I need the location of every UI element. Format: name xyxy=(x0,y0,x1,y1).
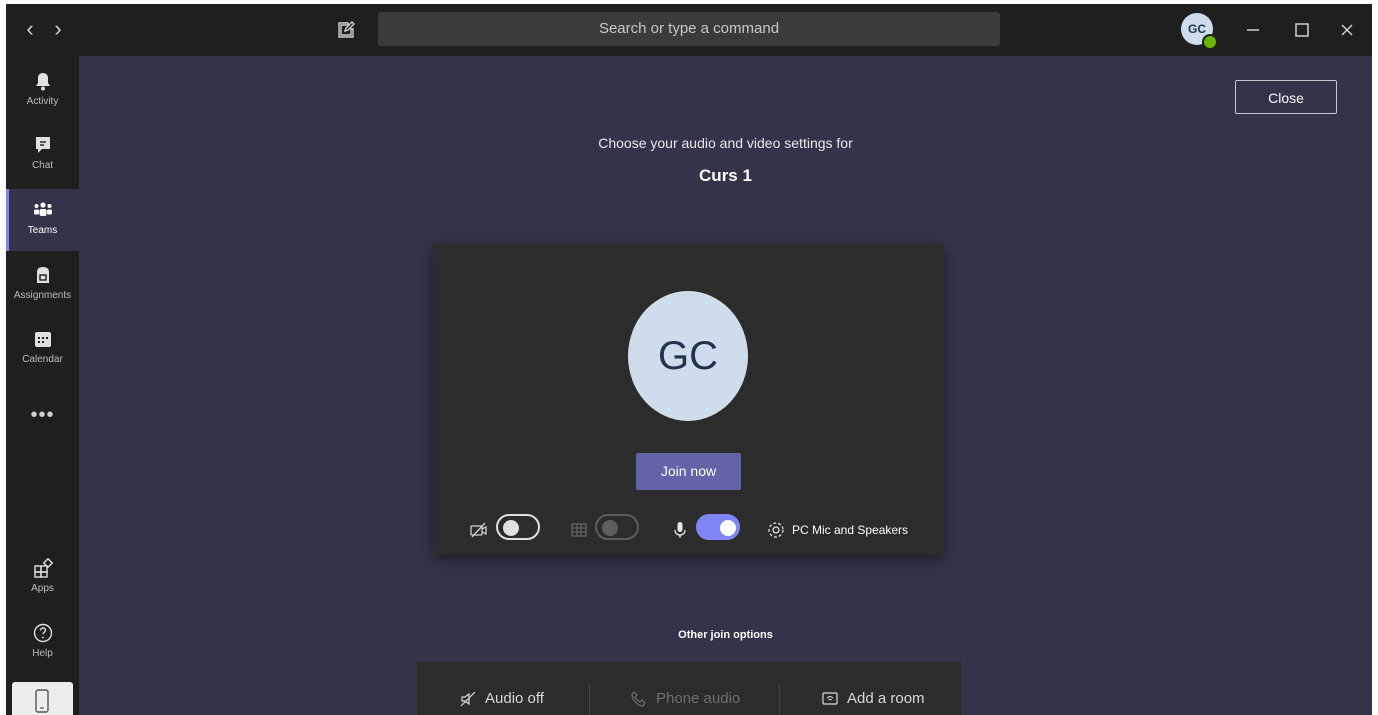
phone-icon xyxy=(631,691,646,707)
rail-label: Apps xyxy=(31,583,54,594)
back-button[interactable]: ‹ xyxy=(20,18,40,42)
rail-item-calendar[interactable]: Calendar xyxy=(6,318,79,380)
video-preview-panel: GC Join now PC Mic and Speakers xyxy=(433,244,944,555)
add-a-room-option[interactable]: Add a room xyxy=(821,684,925,714)
rail-label: Assignments xyxy=(13,290,72,301)
speaker-off-icon xyxy=(460,691,476,707)
compose-icon[interactable] xyxy=(336,20,356,40)
help-icon xyxy=(33,623,52,643)
rail-item-activity[interactable]: Activity xyxy=(6,60,79,122)
option-label: Add a room xyxy=(847,690,925,707)
rail-label: Help xyxy=(32,648,53,659)
settings-subtitle: Choose your audio and video settings for xyxy=(598,135,853,151)
microphone-toggle[interactable] xyxy=(696,514,740,540)
divider xyxy=(779,684,780,714)
forward-button[interactable]: › xyxy=(48,18,68,42)
title-bar: ‹ › Search or type a command GC xyxy=(6,4,1372,56)
maximize-icon[interactable] xyxy=(1290,18,1314,42)
calendar-icon xyxy=(34,332,51,347)
other-join-options: Audio off Phone audio Add a room xyxy=(417,662,961,715)
rail-item-apps[interactable]: Apps xyxy=(6,547,79,609)
rail-label: Teams xyxy=(27,225,58,236)
camera-toggle[interactable] xyxy=(496,514,540,540)
option-label: Phone audio xyxy=(656,690,741,707)
meeting-title: Curs 1 xyxy=(699,166,752,185)
presence-available-icon xyxy=(1202,34,1218,50)
gear-icon[interactable] xyxy=(766,520,786,540)
window-close-icon[interactable] xyxy=(1335,18,1359,42)
rail-item-chat[interactable]: Chat xyxy=(6,124,79,186)
join-now-button[interactable]: Join now xyxy=(636,453,741,490)
chat-icon xyxy=(35,137,50,153)
rail-item-assignments[interactable]: Assignments xyxy=(6,254,79,316)
rail-label: Activity xyxy=(26,96,59,107)
rail-label: Calendar xyxy=(22,354,63,365)
cast-icon xyxy=(822,692,838,705)
option-label: Audio off xyxy=(485,690,544,707)
rail-item-help[interactable]: Help xyxy=(6,612,79,674)
divider xyxy=(589,684,590,714)
background-blur-toggle[interactable] xyxy=(595,514,639,540)
more-apps-button[interactable]: ••• xyxy=(6,404,79,428)
audio-off-option[interactable]: Audio off xyxy=(459,684,544,714)
background-effects-icon xyxy=(571,523,587,537)
apps-icon xyxy=(33,557,53,578)
microphone-icon xyxy=(674,522,686,538)
rail-label: Chat xyxy=(31,160,54,171)
preview-avatar: GC xyxy=(628,291,748,421)
assignments-icon xyxy=(36,267,49,283)
bell-icon xyxy=(35,73,50,91)
phone-icon xyxy=(35,689,49,713)
app-rail: Activity Chat Teams Assignments Calendar… xyxy=(6,56,79,715)
phone-audio-option[interactable]: Phone audio xyxy=(630,684,740,714)
other-join-options-label: Other join options xyxy=(678,629,773,641)
teams-icon xyxy=(33,202,52,216)
camera-off-icon xyxy=(470,522,487,538)
close-button[interactable]: Close xyxy=(1235,80,1337,114)
device-settings-label[interactable]: PC Mic and Speakers xyxy=(792,523,908,537)
rail-item-teams[interactable]: Teams xyxy=(6,189,79,251)
mobile-device-button[interactable] xyxy=(12,682,73,715)
teams-window: ‹ › Search or type a command GC Activity… xyxy=(6,4,1372,715)
minimize-icon[interactable] xyxy=(1241,18,1265,42)
search-input[interactable]: Search or type a command xyxy=(378,12,1000,46)
